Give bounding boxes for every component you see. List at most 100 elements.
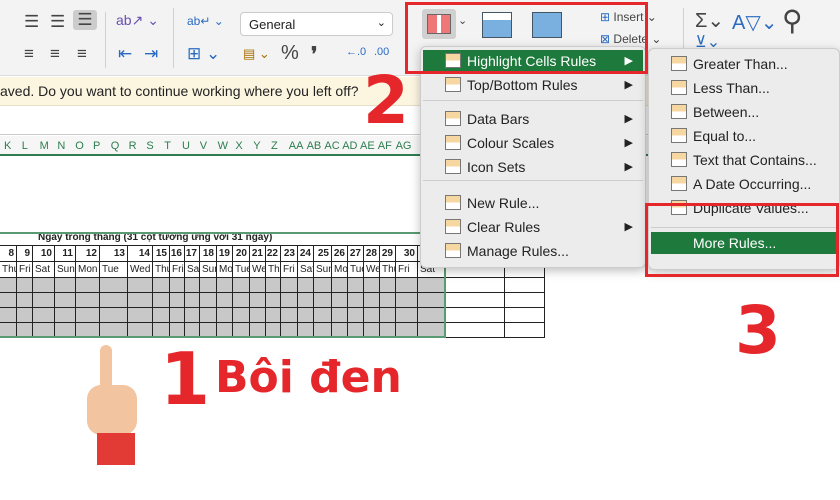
table-cell[interactable] [217,323,233,338]
table-cell[interactable] [100,278,128,293]
day-number-cell[interactable]: 24 [298,246,314,262]
submenu-item[interactable]: A Date Occurring... [651,173,837,195]
weekday-cell[interactable]: Sun [314,262,332,278]
table-cell[interactable] [314,278,332,293]
column-header[interactable]: K [4,140,11,152]
column-header[interactable]: W [218,140,228,152]
table-cell[interactable] [153,278,170,293]
table-cell[interactable] [76,323,100,338]
table-cell[interactable] [185,278,200,293]
day-number-cell[interactable]: 9 [17,246,33,262]
increase-indent-icon[interactable]: ⇥ [144,44,158,64]
column-header[interactable]: P [93,140,100,152]
column-header[interactable]: Y [253,140,260,152]
column-header[interactable]: R [129,140,137,152]
day-number-cell[interactable]: 17 [185,246,200,262]
day-number-cell[interactable]: 12 [76,246,100,262]
table-cell[interactable] [17,293,33,308]
sort-filter-icon[interactable]: A▽⌄ [732,10,777,35]
table-cell[interactable] [380,308,396,323]
weekday-cell[interactable]: Tue [348,262,364,278]
weekday-cell[interactable]: Thu [153,262,170,278]
table-cell[interactable] [250,293,266,308]
currency-icon[interactable]: ▤ ⌄ [243,46,270,62]
table-cell[interactable] [76,308,100,323]
table-cell[interactable] [153,323,170,338]
table-cell[interactable] [266,308,281,323]
table-cell[interactable] [281,278,298,293]
table-cell[interactable] [348,308,364,323]
table-cell[interactable] [396,293,418,308]
find-icon[interactable]: ⚲ [782,4,803,37]
day-number-cell[interactable]: 30 [396,246,418,262]
table-cell[interactable] [233,278,250,293]
table-cell[interactable] [217,308,233,323]
column-header[interactable]: Q [111,140,120,152]
table-cell[interactable] [233,293,250,308]
table-cell[interactable] [217,278,233,293]
weekday-cell[interactable]: Fri [396,262,418,278]
submenu-item[interactable]: Between... [651,101,837,123]
day-number-cell[interactable]: 15 [153,246,170,262]
table-cell[interactable] [314,308,332,323]
weekday-cell[interactable]: Sat [33,262,55,278]
day-number-cell[interactable]: 26 [332,246,348,262]
table-cell[interactable] [185,308,200,323]
table-cell[interactable] [266,278,281,293]
increase-decimal-icon[interactable]: ←.0 [346,46,366,58]
day-number-cell[interactable]: 25 [314,246,332,262]
column-header[interactable]: U [182,140,190,152]
table-cell[interactable] [250,308,266,323]
menu-item[interactable]: Data Bars ▶ [423,108,643,130]
table-cell[interactable] [266,323,281,338]
day-number-cell[interactable]: 16 [170,246,185,262]
table-cell[interactable] [170,308,185,323]
align-middle-icon[interactable]: ☰ [50,12,65,32]
table-cell[interactable] [418,323,445,338]
weekday-cell[interactable]: Tue [233,262,250,278]
wrap-text-icon[interactable]: ab↵ ⌄ [187,14,224,28]
table-cell[interactable] [266,293,281,308]
column-header[interactable]: L [22,140,28,152]
table-cell[interactable] [100,308,128,323]
table-cell[interactable] [153,308,170,323]
weekday-cell[interactable]: Thu [266,262,281,278]
table-cell[interactable] [128,323,153,338]
weekday-cell[interactable]: Mon [332,262,348,278]
column-header[interactable]: V [200,140,207,152]
day-number-cell[interactable]: 23 [281,246,298,262]
table-cell[interactable] [33,293,55,308]
table-cell[interactable] [170,323,185,338]
day-number-cell[interactable]: 19 [217,246,233,262]
table-cell[interactable] [364,323,380,338]
day-number-cell[interactable]: 29 [380,246,396,262]
column-header[interactable]: AG [396,140,412,152]
day-number-cell[interactable]: 20 [233,246,250,262]
column-header[interactable]: N [57,140,65,152]
align-top-icon[interactable]: ☰ [24,12,39,32]
table-cell[interactable] [100,323,128,338]
menu-item[interactable]: Icon Sets ▶ [423,156,643,178]
table-cell[interactable] [33,308,55,323]
table-cell[interactable] [55,293,76,308]
table-cell[interactable] [364,278,380,293]
table-cell[interactable] [298,308,314,323]
table-cell[interactable] [332,323,348,338]
column-header[interactable]: O [75,140,84,152]
menu-item[interactable]: Clear Rules ▶ [423,216,643,238]
weekday-cell[interactable]: Mon [217,262,233,278]
table-cell[interactable] [396,278,418,293]
table-cell[interactable] [76,278,100,293]
align-left-icon[interactable]: ≡ [24,44,34,64]
table-cell[interactable] [418,278,445,293]
table-cell[interactable] [33,278,55,293]
merge-icon[interactable]: ⊞ ⌄ [187,44,220,64]
table-cell[interactable] [505,278,545,293]
table-cell[interactable] [233,323,250,338]
table-cell[interactable] [380,293,396,308]
column-header[interactable]: AE [360,140,375,152]
day-number-cell[interactable]: 13 [100,246,128,262]
table-cell[interactable] [314,293,332,308]
weekday-cell[interactable]: Wed [250,262,266,278]
table-cell[interactable] [348,278,364,293]
